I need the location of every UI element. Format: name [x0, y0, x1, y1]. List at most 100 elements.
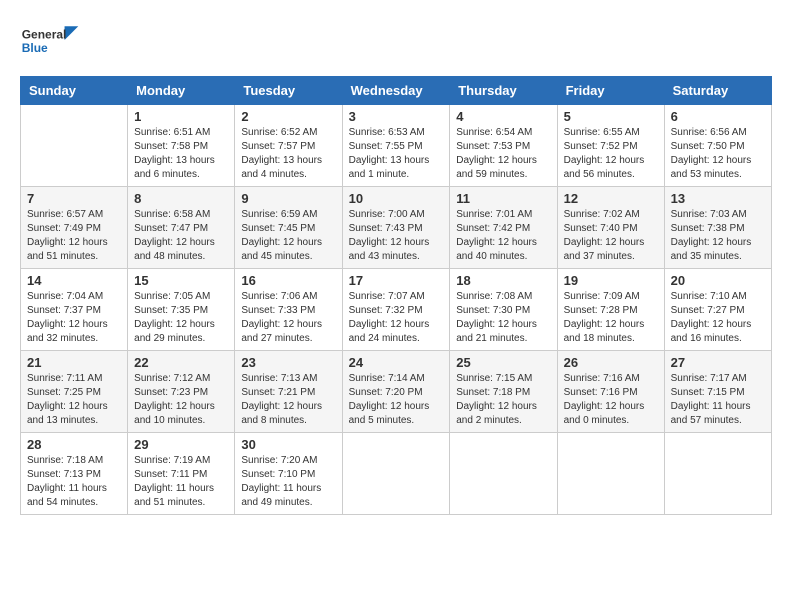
calendar-cell: 21Sunrise: 7:11 AM Sunset: 7:25 PM Dayli… — [21, 351, 128, 433]
day-number: 24 — [349, 355, 444, 370]
logo-svg: GeneralBlue — [20, 20, 80, 60]
day-info: Sunrise: 6:54 AM Sunset: 7:53 PM Dayligh… — [456, 126, 550, 182]
calendar-cell: 4 Sunrise: 6:54 AM Sunset: 7:53 PM Daylig… — [450, 105, 557, 187]
calendar-week-row: 14Sunrise: 7:04 AM Sunset: 7:37 PM Dayli… — [21, 269, 772, 351]
calendar-cell: 7 Sunrise: 6:57 AM Sunset: 7:49 PM Daylig… — [21, 187, 128, 269]
weekday-header-row: SundayMondayTuesdayWednesdayThursdayFrid… — [21, 77, 772, 105]
calendar-cell: 29Sunrise: 7:19 AM Sunset: 7:11 PM Dayli… — [128, 433, 235, 515]
day-number: 18 — [456, 273, 550, 288]
day-number: 23 — [241, 355, 335, 370]
day-info: Sunrise: 7:02 AM Sunset: 7:40 PM Dayligh… — [564, 208, 658, 264]
calendar-cell: 5 Sunrise: 6:55 AM Sunset: 7:52 PM Daylig… — [557, 105, 664, 187]
calendar-cell: 11 Sunrise: 7:01 AM Sunset: 7:42 PM Dayli… — [450, 187, 557, 269]
day-info: Sunrise: 7:00 AM Sunset: 7:43 PM Dayligh… — [349, 208, 444, 264]
day-number: 28 — [27, 437, 121, 452]
day-number: 7 — [27, 191, 121, 206]
day-info: Sunrise: 7:06 AM Sunset: 7:33 PM Dayligh… — [241, 290, 335, 346]
day-info: Sunrise: 7:15 AM Sunset: 7:18 PM Dayligh… — [456, 372, 550, 428]
day-info: Sunrise: 7:08 AM Sunset: 7:30 PM Dayligh… — [456, 290, 550, 346]
day-number: 20 — [671, 273, 765, 288]
calendar-cell — [21, 105, 128, 187]
calendar-cell: 19 Sunrise: 7:09 AM Sunset: 7:28 PM Dayli… — [557, 269, 664, 351]
day-number: 30 — [241, 437, 335, 452]
weekday-header: Tuesday — [235, 77, 342, 105]
calendar-cell: 14Sunrise: 7:04 AM Sunset: 7:37 PM Dayli… — [21, 269, 128, 351]
calendar-cell: 15 Sunrise: 7:05 AM Sunset: 7:35 PM Dayli… — [128, 269, 235, 351]
day-number: 13 — [671, 191, 765, 206]
calendar-cell: 25 Sunrise: 7:15 AM Sunset: 7:18 PM Dayli… — [450, 351, 557, 433]
calendar-week-row: 7 Sunrise: 6:57 AM Sunset: 7:49 PM Daylig… — [21, 187, 772, 269]
calendar-cell: 24 Sunrise: 7:14 AM Sunset: 7:20 PM Dayli… — [342, 351, 450, 433]
calendar-cell: 2 Sunrise: 6:52 AM Sunset: 7:57 PM Daylig… — [235, 105, 342, 187]
weekday-header: Monday — [128, 77, 235, 105]
calendar-cell: 13 Sunrise: 7:03 AM Sunset: 7:38 PM Dayli… — [664, 187, 771, 269]
day-info: Sunrise: 6:57 AM Sunset: 7:49 PM Dayligh… — [27, 208, 121, 264]
calendar-week-row: 1Sunrise: 6:51 AM Sunset: 7:58 PM Daylig… — [21, 105, 772, 187]
day-number: 10 — [349, 191, 444, 206]
weekday-header: Wednesday — [342, 77, 450, 105]
day-info: Sunrise: 6:56 AM Sunset: 7:50 PM Dayligh… — [671, 126, 765, 182]
day-info: Sunrise: 7:05 AM Sunset: 7:35 PM Dayligh… — [134, 290, 228, 346]
svg-text:Blue: Blue — [22, 41, 48, 55]
weekday-header: Saturday — [664, 77, 771, 105]
day-number: 3 — [349, 109, 444, 124]
day-number: 14 — [27, 273, 121, 288]
day-info: Sunrise: 7:17 AM Sunset: 7:15 PM Dayligh… — [671, 372, 765, 428]
day-number: 5 — [564, 109, 658, 124]
calendar-cell — [342, 433, 450, 515]
calendar-cell — [664, 433, 771, 515]
calendar-cell: 20 Sunrise: 7:10 AM Sunset: 7:27 PM Dayli… — [664, 269, 771, 351]
day-number: 8 — [134, 191, 228, 206]
day-number: 27 — [671, 355, 765, 370]
calendar-week-row: 28 Sunrise: 7:18 AM Sunset: 7:13 PM Dayli… — [21, 433, 772, 515]
day-number: 26 — [564, 355, 658, 370]
day-number: 4 — [456, 109, 550, 124]
day-info: Sunrise: 7:14 AM Sunset: 7:20 PM Dayligh… — [349, 372, 444, 428]
day-info: Sunrise: 7:09 AM Sunset: 7:28 PM Dayligh… — [564, 290, 658, 346]
calendar-week-row: 21Sunrise: 7:11 AM Sunset: 7:25 PM Dayli… — [21, 351, 772, 433]
calendar-cell: 17Sunrise: 7:07 AM Sunset: 7:32 PM Dayli… — [342, 269, 450, 351]
calendar-cell: 30 Sunrise: 7:20 AM Sunset: 7:10 PM Dayli… — [235, 433, 342, 515]
day-info: Sunrise: 6:55 AM Sunset: 7:52 PM Dayligh… — [564, 126, 658, 182]
page-header: GeneralBlue — [20, 20, 772, 60]
svg-text:General: General — [22, 27, 67, 41]
calendar-table: SundayMondayTuesdayWednesdayThursdayFrid… — [20, 76, 772, 515]
calendar-cell: 23Sunrise: 7:13 AM Sunset: 7:21 PM Dayli… — [235, 351, 342, 433]
calendar-cell: 6 Sunrise: 6:56 AM Sunset: 7:50 PM Daylig… — [664, 105, 771, 187]
calendar-cell: 26 Sunrise: 7:16 AM Sunset: 7:16 PM Dayli… — [557, 351, 664, 433]
calendar-cell: 3 Sunrise: 6:53 AM Sunset: 7:55 PM Daylig… — [342, 105, 450, 187]
calendar-cell: 9 Sunrise: 6:59 AM Sunset: 7:45 PM Daylig… — [235, 187, 342, 269]
day-number: 2 — [241, 109, 335, 124]
day-number: 25 — [456, 355, 550, 370]
day-info: Sunrise: 7:19 AM Sunset: 7:11 PM Dayligh… — [134, 454, 228, 510]
day-info: Sunrise: 7:18 AM Sunset: 7:13 PM Dayligh… — [27, 454, 121, 510]
calendar-cell: 12 Sunrise: 7:02 AM Sunset: 7:40 PM Dayli… — [557, 187, 664, 269]
day-info: Sunrise: 6:58 AM Sunset: 7:47 PM Dayligh… — [134, 208, 228, 264]
day-number: 21 — [27, 355, 121, 370]
day-info: Sunrise: 7:01 AM Sunset: 7:42 PM Dayligh… — [456, 208, 550, 264]
day-info: Sunrise: 7:03 AM Sunset: 7:38 PM Dayligh… — [671, 208, 765, 264]
day-info: Sunrise: 7:16 AM Sunset: 7:16 PM Dayligh… — [564, 372, 658, 428]
weekday-header: Friday — [557, 77, 664, 105]
calendar-cell: 18 Sunrise: 7:08 AM Sunset: 7:30 PM Dayli… — [450, 269, 557, 351]
calendar-cell — [450, 433, 557, 515]
weekday-header: Thursday — [450, 77, 557, 105]
day-number: 15 — [134, 273, 228, 288]
day-number: 22 — [134, 355, 228, 370]
day-info: Sunrise: 6:59 AM Sunset: 7:45 PM Dayligh… — [241, 208, 335, 264]
day-number: 9 — [241, 191, 335, 206]
day-info: Sunrise: 7:10 AM Sunset: 7:27 PM Dayligh… — [671, 290, 765, 346]
day-info: Sunrise: 6:53 AM Sunset: 7:55 PM Dayligh… — [349, 126, 444, 182]
day-number: 1 — [134, 109, 228, 124]
calendar-cell: 28 Sunrise: 7:18 AM Sunset: 7:13 PM Dayli… — [21, 433, 128, 515]
day-number: 17 — [349, 273, 444, 288]
day-number: 11 — [456, 191, 550, 206]
calendar-cell — [557, 433, 664, 515]
weekday-header: Sunday — [21, 77, 128, 105]
day-info: Sunrise: 7:20 AM Sunset: 7:10 PM Dayligh… — [241, 454, 335, 510]
day-number: 6 — [671, 109, 765, 124]
day-info: Sunrise: 6:52 AM Sunset: 7:57 PM Dayligh… — [241, 126, 335, 182]
day-number: 12 — [564, 191, 658, 206]
logo: GeneralBlue — [20, 20, 80, 60]
day-number: 19 — [564, 273, 658, 288]
